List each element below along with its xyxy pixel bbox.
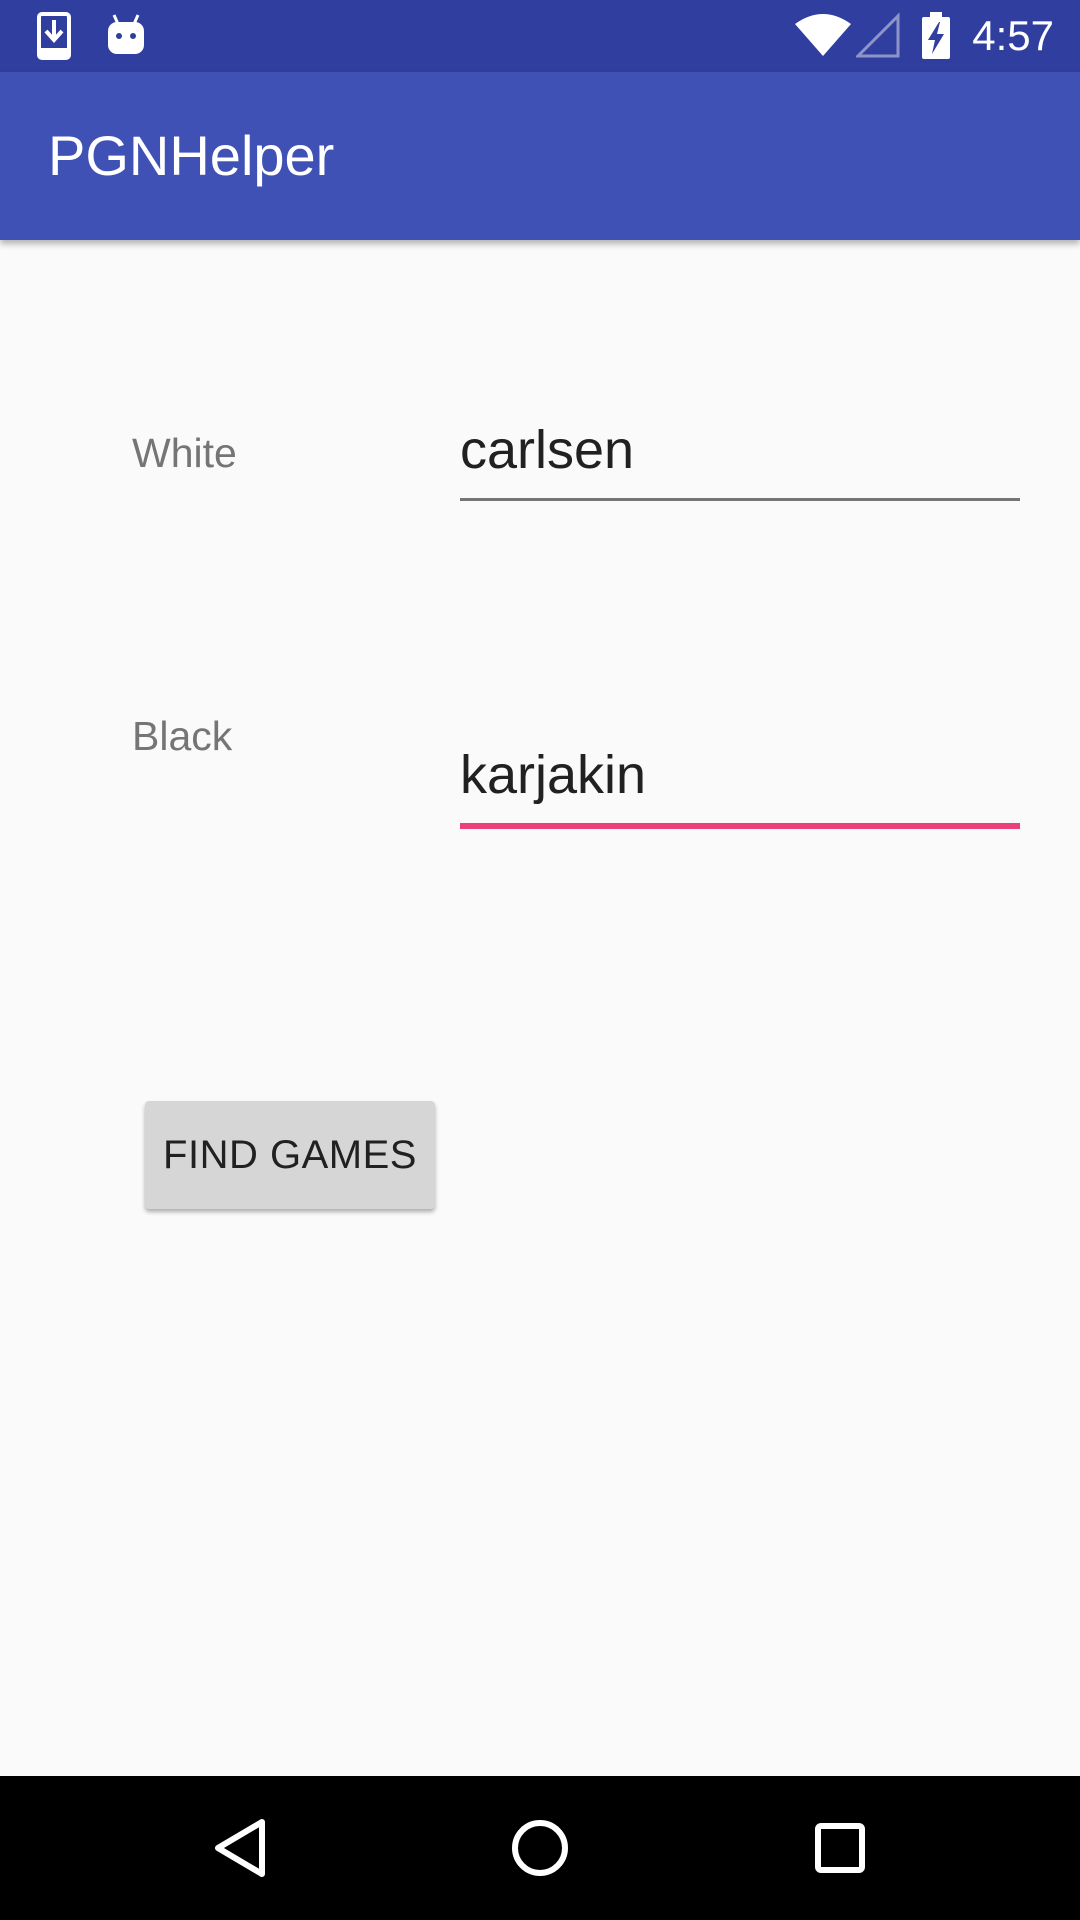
home-icon bbox=[512, 1820, 568, 1876]
white-field-underline bbox=[460, 498, 1020, 501]
app-title: PGNHelper bbox=[48, 124, 335, 187]
wifi-icon bbox=[795, 12, 851, 65]
cell-signal-icon bbox=[854, 12, 900, 65]
status-clock: 4:57 bbox=[972, 12, 1054, 59]
white-label: White bbox=[132, 430, 237, 476]
black-field-wrapper bbox=[460, 739, 1020, 829]
black-field-underline bbox=[460, 823, 1020, 829]
nav-back-button[interactable] bbox=[150, 1776, 330, 1920]
battery-charging-icon bbox=[920, 12, 952, 65]
download-icon bbox=[36, 12, 72, 65]
app-bar: PGNHelper bbox=[0, 72, 1080, 240]
white-field-wrapper bbox=[460, 414, 1020, 501]
nav-recents-button[interactable] bbox=[750, 1776, 930, 1920]
black-player-input[interactable] bbox=[460, 739, 1020, 811]
black-label: Black bbox=[132, 713, 233, 759]
nav-home-button[interactable] bbox=[450, 1776, 630, 1920]
white-player-input[interactable] bbox=[460, 414, 1020, 486]
navigation-bar bbox=[0, 1776, 1080, 1920]
android-icon bbox=[106, 12, 146, 65]
find-games-button[interactable]: FIND GAMES bbox=[145, 1101, 435, 1209]
status-bar: 4:57 bbox=[0, 0, 1080, 72]
back-icon bbox=[215, 1819, 265, 1877]
recents-icon bbox=[815, 1823, 865, 1873]
